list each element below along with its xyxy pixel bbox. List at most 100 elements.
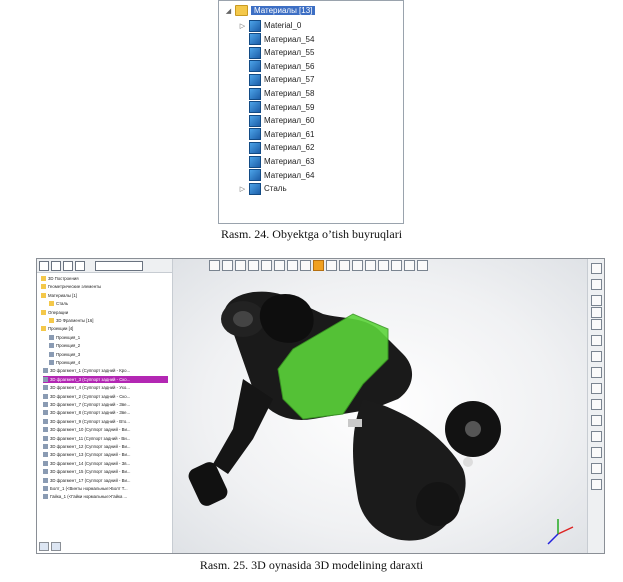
list-view-icon[interactable] — [75, 260, 85, 271]
model-tree-item[interactable]: Гайка_1 (<Гайки нормальные>Гайка ... — [43, 493, 168, 500]
model-tree-item[interactable]: 3D фрагмент_9 (Суппорт задний - Вто... — [43, 418, 168, 425]
view-orient-icon[interactable] — [591, 367, 602, 378]
model-tree-item[interactable]: Проекции [4] — [41, 325, 166, 332]
model-tree-item[interactable]: Геометрические элементы — [41, 283, 166, 290]
material-icon — [249, 60, 261, 73]
view-button[interactable] — [391, 260, 402, 271]
tree-item-material[interactable]: ▷ Material_0 — [239, 19, 301, 32]
model-tree-item[interactable]: Операции — [41, 309, 166, 316]
model-tree-item[interactable]: Материалы [1] — [41, 292, 166, 299]
model-tree-item[interactable]: 3D фрагмент_12 (Суппорт задний - Ви... — [43, 443, 168, 450]
model-tree-item[interactable]: 3D фрагмент_17 (Суппорт задний - Ви... — [43, 477, 168, 484]
model-tree-item[interactable]: 3D фрагмент_1 (Суппорт задний - Кро... — [43, 367, 168, 374]
model-tree-item[interactable]: 3D фрагмент_14 (Суппорт задний - Зв... — [43, 460, 168, 467]
section-icon[interactable] — [591, 383, 602, 394]
model-tree-item[interactable]: Проекция_2 — [49, 342, 174, 349]
pan-icon[interactable] — [591, 335, 602, 346]
model-tree-item[interactable]: 3D фрагмент_13 (Суппорт задний - Ви... — [43, 451, 168, 458]
tree-root-materials[interactable]: ◢ Материалы [13] — [225, 4, 316, 17]
folder-icon — [41, 309, 46, 315]
folder-icon — [235, 5, 248, 16]
view-button[interactable] — [235, 260, 246, 271]
tree-item-material[interactable]: Материал_63 — [239, 155, 314, 168]
model-tree-item[interactable]: 3D фрагмент_4 (Суппорт задний - Ухо... — [43, 384, 168, 391]
view-button[interactable] — [287, 260, 298, 271]
model-tree-item[interactable]: 3D фрагмент_3 (Суппорт задний - Ско... — [43, 375, 168, 383]
view-button[interactable] — [261, 260, 272, 271]
grid-icon[interactable] — [591, 263, 602, 274]
view-button[interactable] — [404, 260, 415, 271]
tree-item-material[interactable]: Материал_58 — [239, 87, 314, 100]
tool-icon[interactable] — [591, 463, 602, 474]
expand-icon[interactable]: ▷ — [239, 185, 246, 193]
model-tree-item[interactable]: Сталь — [49, 300, 174, 307]
view-button[interactable] — [352, 260, 363, 271]
model-tree-item[interactable]: 3D фрагмент_11 (Суппорт задний - Ви... — [43, 435, 168, 442]
zoom-in-icon[interactable] — [591, 295, 602, 306]
collapse-icon[interactable]: ◢ — [225, 7, 232, 15]
back-icon[interactable] — [39, 260, 49, 271]
rotate-icon[interactable] — [591, 351, 602, 362]
model-tree-item[interactable]: 3D фрагмент_10 (Суппорт задний - Ви... — [43, 426, 168, 433]
shaded-view-button[interactable] — [313, 260, 324, 271]
tree-filter-select[interactable] — [95, 260, 143, 271]
fragment-icon — [43, 418, 48, 424]
material-icon — [249, 182, 261, 195]
model-tree-item[interactable]: 3D фрагмент_2 (Суппорт задний - Ско... — [43, 393, 168, 400]
view-button[interactable] — [248, 260, 259, 271]
tree-item-material[interactable]: Материал_64 — [239, 169, 314, 182]
panel-toggle-icon[interactable] — [51, 542, 61, 551]
tree-item-material[interactable]: ▷ Сталь — [239, 182, 287, 195]
material-icon — [249, 19, 261, 32]
model-tree-item[interactable]: 3D фрагмент_7 (Суппорт задний - Зве... — [43, 401, 168, 408]
measure-icon[interactable] — [591, 399, 602, 410]
view-button[interactable] — [222, 260, 233, 271]
folder-icon — [41, 276, 46, 281]
tree-item-material[interactable]: Материал_57 — [239, 73, 314, 86]
material-icon — [249, 33, 261, 46]
model-tree-item[interactable]: 3D фрагмент_15 (Суппорт задний - Ви... — [43, 468, 168, 475]
model-tree-item[interactable]: 3D Фрагменты [16] — [49, 317, 174, 324]
3d-viewport[interactable] — [173, 259, 588, 553]
view-button[interactable] — [274, 260, 285, 271]
model-tree-item[interactable]: Болт_1 (<Винты нормальные>Болт T... — [43, 485, 168, 492]
expand-icon[interactable]: ▷ — [239, 22, 246, 30]
tool-icon[interactable] — [591, 431, 602, 442]
view-button[interactable] — [417, 260, 428, 271]
tool-icon[interactable] — [591, 415, 602, 426]
fragment-icon — [43, 452, 48, 458]
tree-item-material[interactable]: Материал_61 — [239, 128, 314, 141]
tree-item-material[interactable]: Материал_54 — [239, 33, 314, 46]
home-icon[interactable] — [63, 260, 73, 271]
tool-icon[interactable] — [591, 479, 602, 490]
view-button[interactable] — [365, 260, 376, 271]
tree-item-material[interactable]: Материал_55 — [239, 46, 314, 59]
tree-item-material[interactable]: Материал_60 — [239, 114, 314, 127]
tool-icon[interactable] — [591, 447, 602, 458]
view-button[interactable] — [300, 260, 311, 271]
model-tree-item-label: 3D фрагмент_9 (Суппорт задний - Вто... — [50, 418, 130, 424]
fragment-icon — [43, 393, 48, 399]
view-button[interactable] — [378, 260, 389, 271]
fragment-icon — [43, 469, 48, 475]
view-button[interactable] — [339, 260, 350, 271]
caption-figure-25: Rasm. 25. 3D oynasida 3D modelining dara… — [199, 558, 424, 572]
material-icon — [249, 114, 261, 127]
model-tree-item[interactable]: 3D фрагмент_8 (Суппорт задний - Зве... — [43, 409, 168, 416]
forward-icon[interactable] — [51, 260, 61, 271]
tree-item-material[interactable]: Материал_56 — [239, 60, 314, 73]
model-tree-item[interactable]: Проекция_1 — [49, 334, 174, 341]
zoom-fit-icon[interactable] — [591, 319, 602, 330]
model-tree-item[interactable]: Проекция_4 — [49, 359, 174, 366]
tree-item-material[interactable]: Материал_62 — [239, 141, 314, 154]
material-icon — [249, 73, 261, 86]
model-tree-item-label: Проекция_1 — [56, 334, 81, 340]
zoom-out-icon[interactable] — [591, 307, 602, 318]
model-tree-item[interactable]: 3D Построения — [41, 275, 166, 282]
magnet-icon[interactable] — [591, 279, 602, 290]
view-button[interactable] — [326, 260, 337, 271]
panel-toggle-icon[interactable] — [39, 542, 49, 551]
tree-item-material[interactable]: Материал_59 — [239, 101, 314, 114]
view-button[interactable] — [209, 260, 220, 271]
model-tree-item[interactable]: Проекция_3 — [49, 351, 174, 358]
